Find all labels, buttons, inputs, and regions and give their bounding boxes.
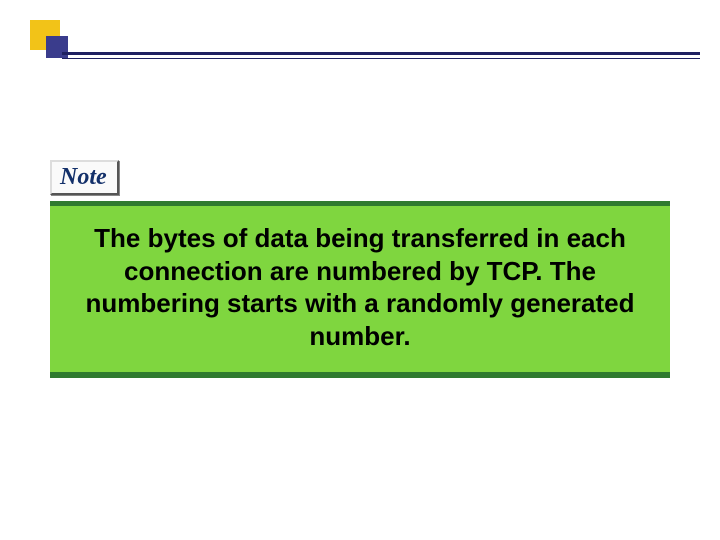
decor-rule-thin bbox=[62, 58, 700, 59]
note-label: Note bbox=[50, 160, 119, 195]
note-block: Note The bytes of data being transferred… bbox=[50, 160, 670, 378]
decor-rule-thick bbox=[62, 52, 700, 55]
header-decoration bbox=[20, 20, 700, 70]
note-text: The bytes of data being transferred in e… bbox=[68, 222, 652, 352]
note-band: The bytes of data being transferred in e… bbox=[50, 201, 670, 378]
